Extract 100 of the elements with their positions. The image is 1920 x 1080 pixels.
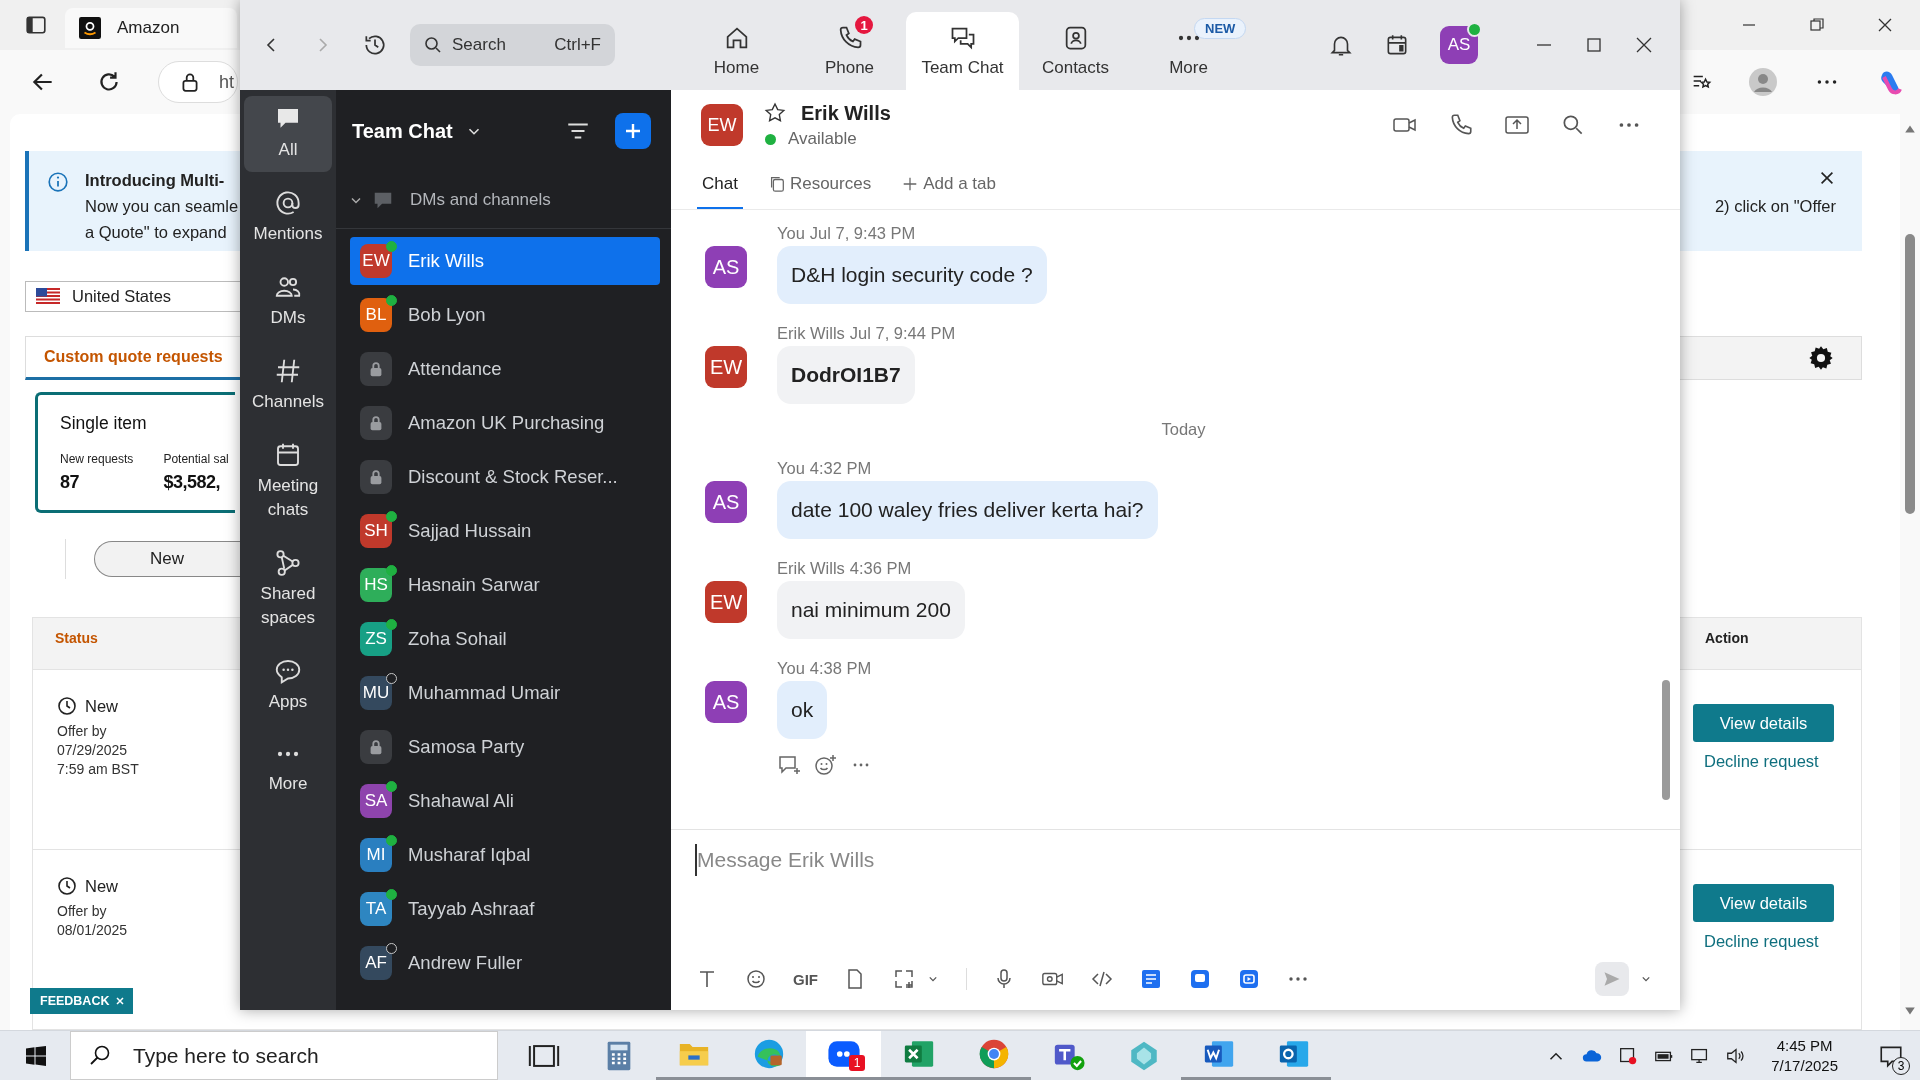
scroll-up-icon[interactable] [1904,124,1916,134]
chat-tab[interactable]: Chat [697,160,743,209]
clock-time[interactable]: 4:45 PM [1776,1036,1833,1055]
address-bar[interactable]: ht [158,61,238,103]
screenshot-icon[interactable] [892,967,916,991]
message-time: 4:32 PM [809,459,872,478]
status-text: New [85,876,118,896]
message-time: Jul 7, 9:44 PM [849,324,956,343]
message-time: 4:36 PM [849,559,912,578]
chat-tab[interactable]: Add a tab [896,160,1001,209]
view-details-button[interactable]: View details [1693,704,1834,742]
conversation-item[interactable]: MI Musharaf Iqbal [350,831,660,879]
offer-date: 08/01/2025 [57,922,128,938]
rail-item[interactable]: All [244,96,332,172]
conversation-item[interactable]: Discount & Stock Reser... [350,453,660,501]
conversation-item[interactable]: Attendance [350,345,660,393]
search-icon [88,1043,112,1067]
user-avatar[interactable]: AS [1440,26,1478,64]
nav-tab[interactable]: Team Chat [906,12,1019,90]
conversation-item[interactable]: SH Sajjad Hussain [350,507,660,555]
conversation-item[interactable]: AF Andrew Fuller [350,939,660,987]
shortcut-hint: Ctrl+F [554,35,601,55]
close-icon[interactable] [1818,169,1836,187]
search-field[interactable]: Type here to search [70,1031,498,1080]
message-bubble: DodrOI1B7 [777,346,915,404]
conversation-item[interactable]: SA Shahawal Ali [350,777,660,825]
conversation-item[interactable]: Samosa Party [350,723,660,771]
clock-icon [57,876,77,896]
stat-label: Potential sal [163,451,229,466]
start-icon[interactable] [24,1043,48,1068]
decline-link[interactable]: Decline request [1693,752,1819,771]
clips-app-icon[interactable] [1237,967,1261,991]
scroll-thumb[interactable] [1905,234,1915,514]
scroll-down-icon[interactable] [1904,1006,1916,1016]
reply-icon[interactable] [777,753,801,777]
decline-link[interactable]: Decline request [1693,932,1819,951]
column-header: Action [1704,629,1750,648]
stat-label: New requests [60,451,134,466]
sender-name: You [777,659,805,678]
avatar: EW [705,581,747,623]
maximize-icon[interactable] [1584,35,1604,55]
tab-actions-icon[interactable] [25,14,47,36]
document-app-icon[interactable] [1139,967,1163,991]
close-icon[interactable] [1634,35,1654,55]
flag-icon [36,288,60,305]
message-bubble: D&H login security code ? [777,246,1047,304]
feedback-tab[interactable]: FEEDBACK [30,988,134,1014]
browser-tab[interactable]: Amazon [65,8,237,48]
conversation-item[interactable]: ZS Zoha Sohail [350,615,660,663]
sender-name: Erik Wills [777,324,845,343]
avatar: EW [705,346,747,388]
star-icon[interactable] [763,101,787,125]
summary-card[interactable]: Single item New requests 87 Potential sal $3,582, [35,391,235,513]
nav-tab[interactable]: Home [680,12,793,90]
message-time: Jul 7, 9:43 PM [809,224,916,243]
nav-tab[interactable]: Contacts [1019,12,1132,90]
conversation-item[interactable]: MU Muhammad Umair [350,669,660,717]
conversation-item[interactable]: BL Bob Lyon [350,291,660,339]
notification-count: 3 [1892,1056,1910,1075]
rail-item[interactable]: Channels [244,348,332,424]
add-reaction-icon[interactable] [813,753,837,777]
avatar: AS [705,481,747,523]
history-icon[interactable] [362,32,388,58]
message-bubble: nai minimum 200 [777,581,965,639]
view-details-button[interactable]: View details [1693,884,1834,922]
conversation-item[interactable]: HS Hasnain Sarwar [350,561,660,609]
more-icon [276,750,300,758]
message-bubble: date 100 waley fries deliver kerta hai? [777,481,1158,539]
rail-item[interactable]: DMs [244,264,332,340]
status-text: New [85,696,118,716]
clock-date[interactable]: 7/17/2025 [1771,1056,1838,1075]
conversation-item[interactable]: TA Tayyab Ashraaf [350,885,660,933]
chat-tab[interactable]: Resources [762,160,877,209]
conversation-item[interactable]: Amazon UK Purchasing [350,399,660,447]
rail-item[interactable]: Shared spaces [244,540,332,640]
plus-icon [623,121,643,141]
offer-label: Offer by [57,723,108,739]
conversation-item[interactable]: EW Erik Wills [350,237,660,285]
nav-tab[interactable]: NEW More [1132,12,1245,90]
scroll-thumb[interactable] [1662,680,1670,800]
gif-button[interactable]: GIF [793,970,818,988]
panel-title[interactable]: Team Chat [352,119,453,143]
emoji-icon[interactable] [744,967,768,991]
taskbar-app[interactable]: 1 [806,1031,881,1080]
rail-item[interactable]: Meeting chats [244,432,332,532]
new-chat-button[interactable] [615,113,651,149]
rail-item[interactable]: Apps [244,648,332,724]
rail-item[interactable]: More [244,732,332,806]
nav-tab[interactable]: 1 Phone [793,12,906,90]
message-bubble: ok [777,681,828,739]
notification-button[interactable]: 3 [1874,1038,1908,1073]
whiteboard-app-icon[interactable] [1188,967,1212,991]
profile-icon[interactable] [1748,67,1778,97]
section-label[interactable]: DMs and channels [410,190,551,210]
date-divider: Today [1161,420,1206,439]
rail-item[interactable]: Mentions [244,180,332,256]
country-select[interactable]: United States [25,280,241,313]
clock-icon [57,696,77,716]
offer-label: Offer by [57,903,108,919]
sender-name: Erik Wills [777,559,845,578]
